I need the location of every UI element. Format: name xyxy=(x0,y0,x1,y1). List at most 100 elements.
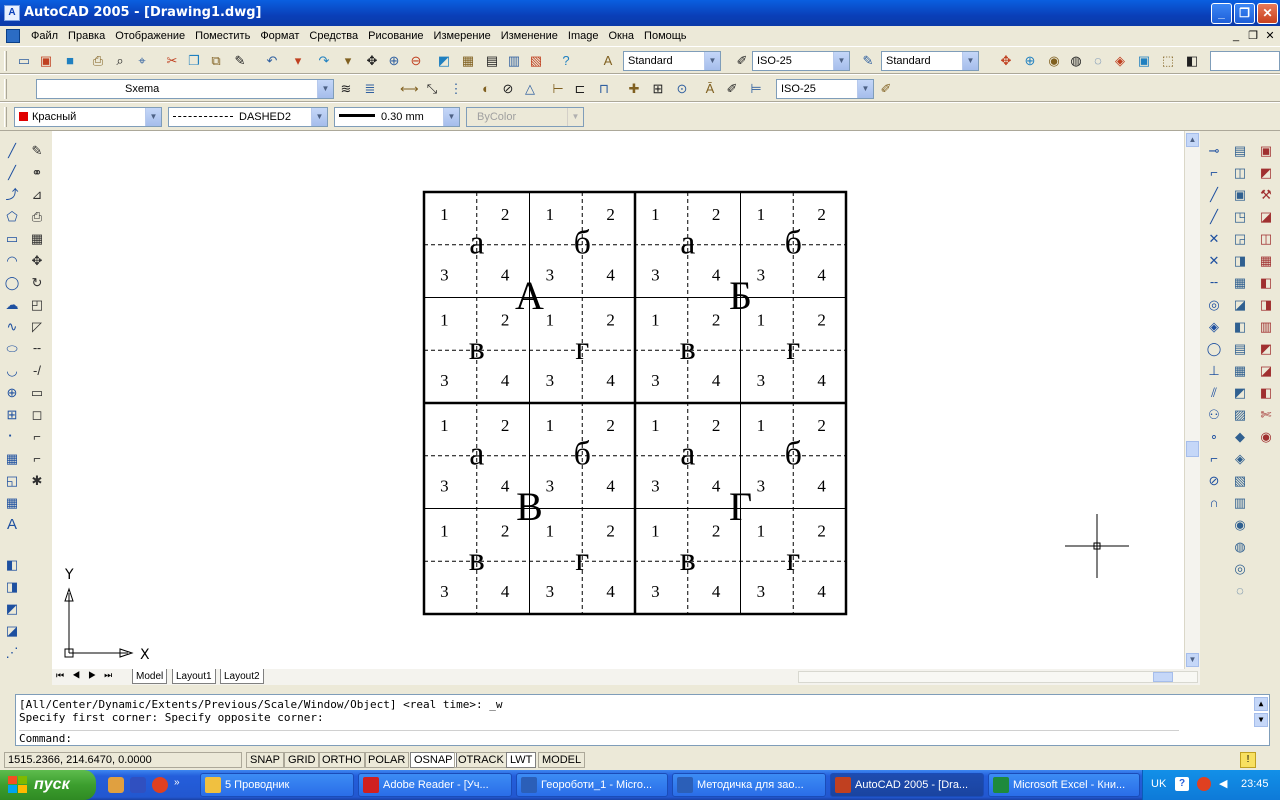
draw-order-icon[interactable]: ◪ xyxy=(2,621,22,641)
draw-order-icon[interactable]: ⋰ xyxy=(2,643,22,663)
taskbar-button[interactable]: Adobe Reader - [Уч... xyxy=(358,773,512,797)
snap-tool-icon[interactable]: ✕ xyxy=(1204,251,1224,271)
toolbar-tool-icon[interactable]: ▾ xyxy=(340,53,356,69)
draw-tool-icon[interactable]: ◠ xyxy=(2,251,22,271)
surface-tool-icon[interactable]: ▦ xyxy=(1256,251,1276,271)
surface-tool-icon[interactable]: ◩ xyxy=(1256,339,1276,359)
status-toggle-otrack[interactable]: OTRACK xyxy=(454,752,508,768)
doc-minimize-button[interactable]: _ xyxy=(1228,29,1244,43)
draw-tool-icon[interactable]: ◱ xyxy=(2,471,22,491)
chevron-down-icon[interactable]: ▼ xyxy=(145,108,161,126)
modify-tool-icon[interactable]: ↻ xyxy=(27,273,47,293)
dim-style-combo[interactable]: ISO-25 ▼ xyxy=(752,51,850,71)
toolbar-tool-icon[interactable]: ◧ xyxy=(1184,53,1200,69)
firefox-icon[interactable] xyxy=(152,777,168,793)
draw-tool-icon[interactable]: ⬭ xyxy=(2,339,22,359)
toolbar-tool-icon[interactable]: ▾ xyxy=(290,53,306,69)
toolbar-tool-icon[interactable]: ⊖ xyxy=(408,53,424,69)
volume-icon[interactable]: ◀ xyxy=(1219,777,1233,791)
chevron-down-icon[interactable]: ▼ xyxy=(704,52,720,70)
view-tool-icon[interactable]: ◌ xyxy=(1230,581,1250,601)
dimension-tool-icon[interactable]: ⊨ xyxy=(748,81,764,97)
snap-tool-icon[interactable]: ╌ xyxy=(1204,273,1224,293)
dimension-tool-icon[interactable]: ≋ xyxy=(338,81,354,97)
taskbar-button[interactable]: Методичка для зао... xyxy=(672,773,826,797)
command-prompt[interactable]: Command: xyxy=(19,730,1179,745)
modify-tool-icon[interactable]: ⎙ xyxy=(27,207,47,227)
chevron-down-icon[interactable]: ▼ xyxy=(443,108,459,126)
snap-tool-icon[interactable]: ⌐ xyxy=(1204,449,1224,469)
toolbar-tool-icon[interactable]: ❐ xyxy=(186,53,202,69)
toolbar-tool-icon[interactable]: ▥ xyxy=(506,53,522,69)
draw-tool-icon[interactable]: ╱ xyxy=(2,141,22,161)
menu-item[interactable]: Правка xyxy=(63,29,110,43)
status-toggle-model[interactable]: MODEL xyxy=(538,752,586,768)
toolbar-tool-icon[interactable]: ◉ xyxy=(1046,53,1062,69)
modify-tool-icon[interactable]: ▭ xyxy=(27,383,47,403)
menu-item[interactable]: Изменение xyxy=(496,29,563,43)
layout-tab[interactable]: Model xyxy=(132,669,168,684)
draw-tool-icon[interactable]: ⊞ xyxy=(2,405,22,425)
chevron-down-icon[interactable]: ▼ xyxy=(311,108,327,126)
snap-tool-icon[interactable]: ◈ xyxy=(1204,317,1224,337)
dimension-tool-icon[interactable]: ⊞ xyxy=(650,81,666,97)
language-indicator[interactable]: UK xyxy=(1151,778,1166,790)
surface-tool-icon[interactable]: ◪ xyxy=(1256,207,1276,227)
toolbar-tool-icon[interactable]: ◌ xyxy=(1090,53,1106,69)
surface-tool-icon[interactable]: ✄ xyxy=(1256,405,1276,425)
scroll-up-arrow-icon[interactable]: ▲ xyxy=(1186,133,1199,147)
taskbar-button[interactable]: Геороботи_1 - Micro... xyxy=(516,773,668,797)
surface-tool-icon[interactable]: ◉ xyxy=(1256,427,1276,447)
draw-tool-icon[interactable]: ▦ xyxy=(2,493,22,513)
command-window[interactable]: [All/Center/Dynamic/Extents/Previous/Sca… xyxy=(15,694,1270,746)
chevron-down-icon[interactable]: ▼ xyxy=(317,80,333,98)
toolbar-tool-icon[interactable]: ■ xyxy=(62,53,78,69)
toolbar-tool-icon[interactable]: ✎ xyxy=(232,53,248,69)
snap-tool-icon[interactable]: ◯ xyxy=(1204,339,1224,359)
status-toggle-lwt[interactable]: LWT xyxy=(506,752,537,768)
menu-item[interactable]: Измерение xyxy=(429,29,496,43)
draw-tool-icon[interactable]: ◡ xyxy=(2,361,22,381)
surface-tool-icon[interactable]: ▥ xyxy=(1256,317,1276,337)
draw-tool-icon[interactable]: ∿ xyxy=(2,317,22,337)
snap-tool-icon[interactable]: ∘ xyxy=(1204,427,1224,447)
dimension-tool-icon[interactable]: ✐ xyxy=(878,81,894,97)
status-toggle-polar[interactable]: POLAR xyxy=(364,752,410,768)
view-tool-icon[interactable]: ◨ xyxy=(1230,251,1250,271)
snap-tool-icon[interactable]: ⊸ xyxy=(1204,141,1224,161)
scroll-thumb[interactable] xyxy=(1186,441,1199,457)
surface-tool-icon[interactable]: ◧ xyxy=(1256,273,1276,293)
snap-tool-icon[interactable]: ⊘ xyxy=(1204,471,1224,491)
surface-tool-icon[interactable]: ▣ xyxy=(1256,141,1276,161)
linetype-combo[interactable]: DASHED2 ▼ xyxy=(168,107,328,127)
snap-tool-icon[interactable]: ⫽ xyxy=(1204,383,1224,403)
menu-item[interactable]: Помощь xyxy=(639,29,692,43)
help-icon[interactable]: ? xyxy=(1175,777,1189,791)
view-tool-icon[interactable]: ▦ xyxy=(1230,361,1250,381)
draw-tool-icon[interactable]: ⊕ xyxy=(2,383,22,403)
toolbar-tool-icon[interactable]: ⊕ xyxy=(1022,53,1038,69)
doc-restore-button[interactable]: ❐ xyxy=(1245,29,1261,43)
toolbar-tool-icon[interactable]: ⬚ xyxy=(1160,53,1176,69)
dim-style-combo-2[interactable]: ISO-25 ▼ xyxy=(776,79,874,99)
autocad-app-icon[interactable]: A xyxy=(4,5,20,21)
snap-tool-icon[interactable]: ⚇ xyxy=(1204,405,1224,425)
snap-tool-icon[interactable]: ╱ xyxy=(1204,207,1224,227)
snap-tool-icon[interactable]: ∩ xyxy=(1204,493,1224,513)
menu-item[interactable]: Окна xyxy=(603,29,639,43)
surface-tool-icon[interactable]: ◧ xyxy=(1256,383,1276,403)
view-tool-icon[interactable]: ◍ xyxy=(1230,537,1250,557)
layout-tab[interactable]: Layout2 xyxy=(220,669,264,684)
view-tool-icon[interactable]: ◲ xyxy=(1230,229,1250,249)
modify-tool-icon[interactable]: ⌐ xyxy=(27,427,47,447)
snap-tool-icon[interactable]: ⊥ xyxy=(1204,361,1224,381)
tray-app-icon[interactable] xyxy=(1197,777,1211,791)
toolbar-tool-icon[interactable]: ? xyxy=(558,53,574,69)
close-button[interactable]: ✕ xyxy=(1257,3,1278,24)
toolbar-tool-icon[interactable]: ▣ xyxy=(38,53,54,69)
menu-item[interactable]: Файл xyxy=(26,29,63,43)
menu-item[interactable]: Image xyxy=(563,29,604,43)
view-tool-icon[interactable]: ▤ xyxy=(1230,339,1250,359)
toolbar-grip[interactable] xyxy=(4,79,7,99)
status-toggle-grid[interactable]: GRID xyxy=(284,752,320,768)
